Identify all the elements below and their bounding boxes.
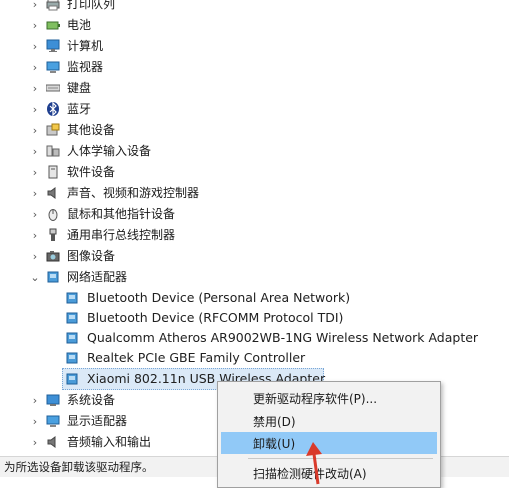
monitor-icon (46, 60, 60, 74)
chevron-right-icon[interactable]: › (30, 61, 40, 74)
chevron-right-icon[interactable]: › (30, 250, 40, 263)
network-adapter-icon (46, 270, 60, 284)
chevron-right-icon[interactable]: › (30, 436, 40, 449)
hid-icon (46, 144, 60, 158)
tree-item-label: 显示适配器 (67, 414, 128, 428)
tree-item-label: 网络适配器 (67, 270, 128, 284)
tree-item-label: 图像设备 (67, 249, 116, 263)
chevron-right-icon[interactable]: › (30, 187, 40, 200)
system-device-icon (46, 393, 60, 407)
tree-item-label: 声音、视频和游戏控制器 (67, 186, 200, 200)
tree-item-label: Realtek PCIe GBE Family Controller (87, 350, 306, 365)
network-card-icon (65, 331, 79, 345)
tree-item-label: Bluetooth Device (RFCOMM Protocol TDI) (87, 310, 344, 325)
menu-item-disable[interactable]: 禁用(D) (221, 410, 437, 432)
tree-item-label: 鼠标和其他指针设备 (67, 207, 176, 221)
chevron-right-icon[interactable]: › (30, 394, 40, 407)
bluetooth-icon (46, 101, 60, 117)
speaker-icon (46, 186, 60, 200)
chevron-right-icon[interactable]: › (30, 103, 40, 116)
tree-item-label: 系统设备 (67, 393, 116, 407)
battery-icon (46, 18, 60, 32)
tree-item-label: Qualcomm Atheros AR9002WB-1NG Wireless N… (87, 330, 479, 345)
chevron-right-icon[interactable]: › (30, 229, 40, 242)
menu-item-label: 卸载(U) (253, 437, 296, 451)
chevron-right-icon[interactable]: › (30, 166, 40, 179)
network-card-icon (65, 372, 79, 386)
chevron-right-icon[interactable]: › (30, 19, 40, 32)
network-card-icon (65, 291, 79, 305)
chevron-right-icon[interactable]: › (30, 208, 40, 221)
tree-item-label: 计算机 (67, 39, 104, 53)
computer-icon (46, 39, 60, 53)
chevron-right-icon[interactable]: › (30, 40, 40, 53)
software-device-icon (46, 165, 60, 179)
menu-item-label: 更新驱动程序软件(P)... (253, 392, 378, 406)
camera-icon (46, 249, 60, 263)
chevron-right-icon[interactable]: › (30, 82, 40, 95)
printer-queue-icon (46, 0, 60, 11)
tree-item-label: 人体学输入设备 (67, 144, 152, 158)
tree-item-label: 音频输入和输出 (67, 435, 152, 449)
keyboard-icon (45, 81, 61, 95)
red-arrow-annotation-icon (306, 442, 322, 485)
usb-icon (46, 228, 60, 242)
tree-item-label: 电池 (67, 18, 92, 32)
network-card-icon (65, 311, 79, 325)
chevron-right-icon[interactable]: › (30, 0, 40, 11)
status-text: 为所选设备卸载该驱动程序。 (4, 460, 154, 474)
menu-item-update-driver[interactable]: 更新驱动程序软件(P)... (221, 387, 437, 409)
tree-item-label: 打印队列 (67, 0, 116, 11)
chevron-right-icon[interactable]: › (30, 415, 40, 428)
other-devices-icon (46, 123, 60, 137)
tree-item-label: 其他设备 (67, 123, 116, 137)
mouse-icon (46, 207, 60, 221)
tree-item-label: 键盘 (67, 81, 92, 95)
menu-item-label: 禁用(D) (253, 415, 296, 429)
tree-item-label: 蓝牙 (67, 102, 92, 116)
chevron-right-icon[interactable]: › (30, 145, 40, 158)
chevron-right-icon[interactable]: › (30, 124, 40, 137)
tree-item-label: 通用串行总线控制器 (67, 228, 176, 242)
audio-io-icon (46, 435, 60, 449)
network-card-icon (65, 351, 79, 365)
tree-item-label: 监视器 (67, 60, 104, 74)
menu-separator (248, 458, 433, 459)
tree-item-label: Bluetooth Device (Personal Area Network) (87, 290, 351, 305)
tree-item-label: 软件设备 (67, 165, 116, 179)
chevron-down-icon[interactable]: ⌄ (30, 271, 40, 284)
display-adapter-icon (46, 414, 60, 428)
